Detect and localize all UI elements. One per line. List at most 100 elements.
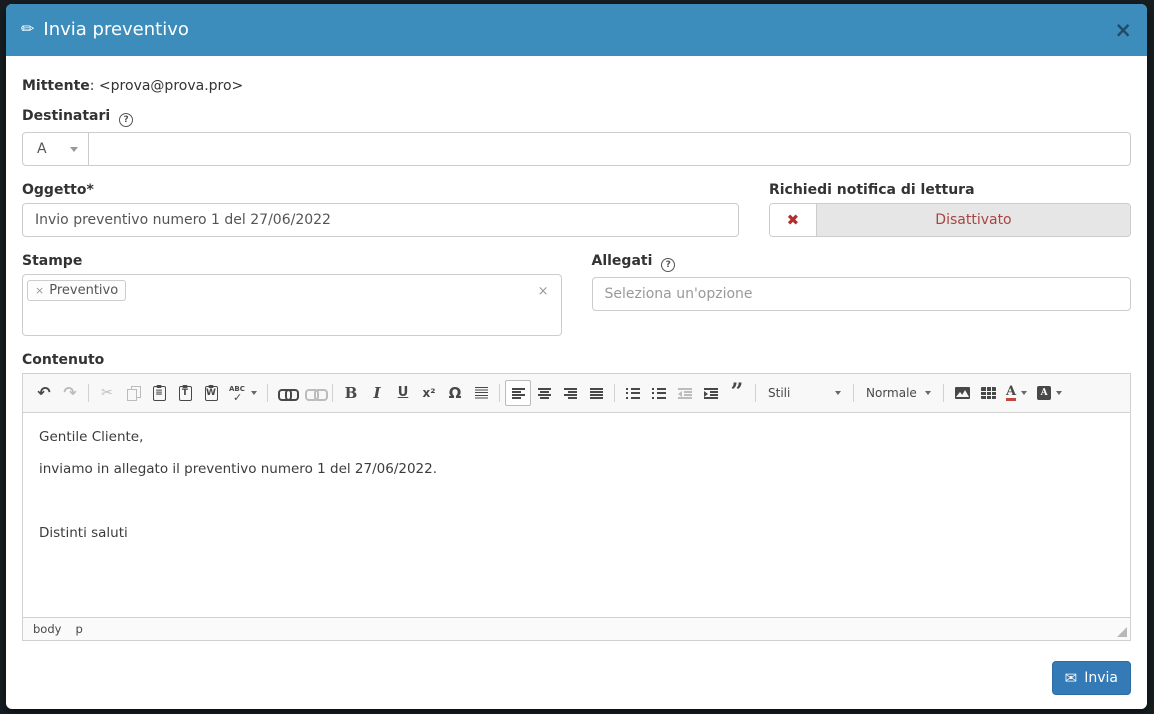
- spellcheck-button[interactable]: [224, 380, 262, 406]
- styles-combo-label: Stili: [768, 386, 830, 400]
- prints-label: Stampe: [22, 253, 562, 269]
- special-character-icon: Ω: [449, 386, 462, 401]
- image-button[interactable]: [949, 380, 975, 406]
- recipients-input[interactable]: [89, 132, 1131, 166]
- image-icon: [955, 387, 970, 399]
- bold-icon: B: [345, 386, 358, 401]
- prints-multiselect[interactable]: × Preventivo ×: [22, 274, 562, 336]
- undo-button[interactable]: ↶: [31, 380, 57, 406]
- send-button[interactable]: ✉ Invia: [1052, 661, 1131, 695]
- underline-button[interactable]: U: [390, 380, 416, 406]
- paste-text-button[interactable]: [172, 380, 198, 406]
- resize-handle-icon[interactable]: [1117, 627, 1127, 637]
- rich-text-editor: ↶ ↷ ✂ BI Ux² Ω ” Stili Normale A Gentile Cliente,…: [22, 373, 1131, 641]
- paste-button[interactable]: [146, 380, 172, 406]
- toolbar-separator: [88, 384, 89, 402]
- remove-tag-icon[interactable]: ×: [35, 284, 44, 297]
- tag-label: Preventivo: [49, 283, 118, 298]
- element-path-item[interactable]: body: [33, 622, 61, 636]
- recipients-group: A: [22, 132, 1131, 166]
- toolbar-separator: [943, 384, 944, 402]
- chevron-down-icon: [1056, 391, 1062, 395]
- element-path-item[interactable]: p: [75, 622, 82, 636]
- toggle-off-icon[interactable]: ✖: [770, 204, 817, 236]
- send-quote-modal: ✏ Invia preventivo × Mittente: <prova@pr…: [6, 4, 1147, 709]
- form-footer: ✉ Invia: [22, 643, 1131, 695]
- text-color-button[interactable]: A: [1001, 380, 1032, 406]
- align-right-button[interactable]: [557, 380, 583, 406]
- align-left-icon: [512, 388, 525, 399]
- chevron-down-icon: [835, 391, 841, 395]
- sender-value: : <prova@prova.pro>: [90, 78, 244, 94]
- read-receipt-toggle[interactable]: ✖ Disattivato: [769, 203, 1131, 237]
- format-combo[interactable]: Normale: [859, 380, 938, 406]
- table-icon: [981, 387, 996, 399]
- modal-backdrop: ✏ Invia preventivo × Mittente: <prova@pr…: [0, 0, 1154, 714]
- attachments-input[interactable]: [592, 277, 1132, 311]
- clear-selection-icon[interactable]: ×: [538, 284, 549, 299]
- send-button-label: Invia: [1084, 670, 1118, 686]
- read-receipt-col: Richiedi notifica di lettura ✖ Disattiva…: [769, 182, 1131, 237]
- bold-button[interactable]: B: [338, 380, 364, 406]
- text-color-icon: A: [1006, 385, 1016, 401]
- table-button[interactable]: [975, 380, 1001, 406]
- horizontal-rule-button[interactable]: [468, 380, 494, 406]
- recipient-type-select[interactable]: A: [22, 132, 89, 166]
- attachments-label: Allegati ?: [592, 253, 1132, 272]
- special-character-button[interactable]: Ω: [442, 380, 468, 406]
- sender-label: Mittente: [22, 78, 90, 94]
- editor-paragraph: [39, 491, 1114, 511]
- pencil-icon: ✏: [21, 21, 34, 37]
- modal-body: Mittente: <prova@prova.pro> Destinatari …: [6, 56, 1147, 709]
- italic-button[interactable]: I: [364, 380, 390, 406]
- toolbar-separator: [267, 384, 268, 402]
- decrease-indent-icon: [678, 388, 692, 399]
- editor-content[interactable]: Gentile Cliente,inviamo in allegato il p…: [23, 413, 1130, 617]
- editor-element-path: bodyp: [23, 617, 1130, 640]
- link-icon: [278, 389, 295, 397]
- align-right-icon: [564, 388, 577, 399]
- paste-icon: [153, 386, 166, 401]
- align-center-button[interactable]: [531, 380, 557, 406]
- background-color-button[interactable]: [1032, 380, 1067, 406]
- toolbar-separator: [499, 384, 500, 402]
- close-icon[interactable]: ×: [1114, 20, 1132, 41]
- toolbar-separator: [853, 384, 854, 402]
- italic-icon: I: [373, 386, 380, 401]
- chevron-down-icon: [251, 391, 257, 395]
- toolbar-separator: [332, 384, 333, 402]
- editor-toolbar: ↶ ↷ ✂ BI Ux² Ω ” Stili Normale A: [23, 374, 1130, 413]
- styles-combo[interactable]: Stili: [761, 380, 848, 406]
- cut-button: ✂: [94, 380, 120, 406]
- align-justify-button[interactable]: [583, 380, 609, 406]
- numbered-list-button[interactable]: [620, 380, 646, 406]
- prints-col: Stampe × Preventivo ×: [22, 253, 562, 336]
- blockquote-button[interactable]: ”: [724, 380, 750, 406]
- envelope-icon: ✉: [1065, 671, 1078, 686]
- toggle-state-label[interactable]: Disattivato: [817, 204, 1130, 236]
- subject-label: Oggetto*: [22, 182, 739, 198]
- toolbar-separator: [614, 384, 615, 402]
- decrease-indent-button: [672, 380, 698, 406]
- editor-paragraph: Distinti saluti: [39, 523, 1114, 543]
- align-justify-icon: [590, 388, 603, 399]
- blockquote-icon: ”: [731, 387, 744, 399]
- redo-button: ↷: [57, 380, 83, 406]
- link-button[interactable]: [273, 380, 300, 406]
- undo-icon: ↶: [37, 385, 50, 401]
- background-color-icon: [1037, 386, 1051, 400]
- superscript-button[interactable]: x²: [416, 380, 442, 406]
- help-icon[interactable]: ?: [119, 113, 133, 127]
- chevron-down-icon: [925, 391, 931, 395]
- editor-paragraph: inviamo in allegato il preventivo numero…: [39, 459, 1114, 479]
- cut-icon: ✂: [101, 386, 113, 400]
- align-left-button[interactable]: [505, 380, 531, 406]
- help-icon[interactable]: ?: [661, 258, 675, 272]
- subject-input[interactable]: [22, 203, 739, 237]
- paste-word-button[interactable]: [198, 380, 224, 406]
- numbered-list-icon: [626, 388, 640, 399]
- underline-icon: U: [398, 385, 409, 401]
- increase-indent-button[interactable]: [698, 380, 724, 406]
- bulleted-list-button[interactable]: [646, 380, 672, 406]
- prints-tags: × Preventivo: [27, 279, 126, 298]
